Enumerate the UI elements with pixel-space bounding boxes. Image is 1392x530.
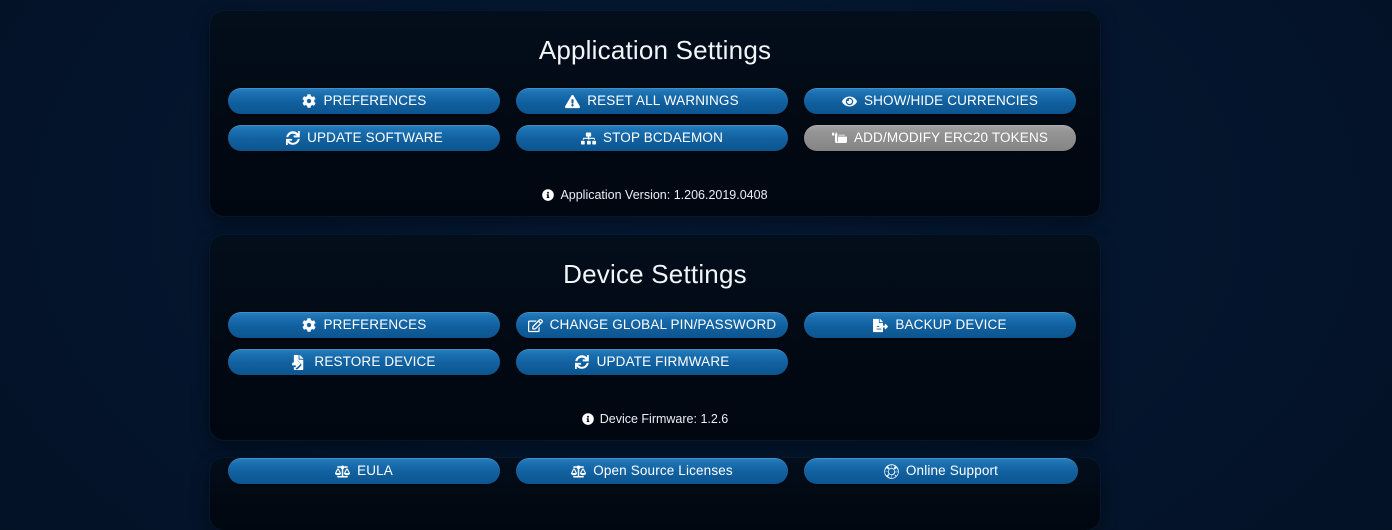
update-firmware-button[interactable]: UPDATE FIRMWARE [516,349,788,375]
device-preferences-button[interactable]: PREFERENCES [228,312,500,338]
button-label: RESET ALL WARNINGS [587,93,739,109]
balance-scale-icon [571,464,587,479]
gear-icon [302,94,317,109]
application-settings-row-1: PREFERENCES RESET ALL WARNINGS SHOW/HIDE… [210,88,1100,114]
warning-icon [565,94,581,109]
btn-cell: UPDATE FIRMWARE [516,349,788,375]
button-label: STOP BCDAEMON [603,130,723,146]
button-label: ADD/MODIFY ERC20 TOKENS [854,130,1048,146]
add-modify-erc20-tokens-button[interactable]: ADD/MODIFY ERC20 TOKENS [804,125,1076,151]
application-settings-title: Application Settings [538,35,772,65]
device-settings-title: Device Settings [563,259,747,289]
eye-icon [841,94,857,109]
application-settings-panel: Application Settings PREFERENCES RESET A… [210,11,1100,216]
legal-support-panel: EULA Open Source Licenses Online Support [210,458,1100,530]
gear-icon [302,318,317,333]
info-icon [581,413,594,425]
btn-cell: RESTORE DEVICE [228,349,500,375]
btn-cell: UPDATE SOFTWARE [228,125,500,151]
online-support-button[interactable]: Online Support [804,458,1078,484]
device-settings-panel: Device Settings PREFERENCES CHANGE GLOBA… [210,235,1100,440]
application-version-note: Application Version: 1.206.2019.0408 [210,188,1100,202]
btn-cell: SHOW/HIDE CURRENCIES [804,88,1076,114]
btn-cell: STOP BCDAEMON [516,125,788,151]
content-column: Application Settings PREFERENCES RESET A… [210,0,1100,530]
update-software-button[interactable]: UPDATE SOFTWARE [228,125,500,151]
button-label: BACKUP DEVICE [895,317,1007,333]
btn-cell: Online Support [804,458,1078,484]
device-settings-row-2: RESTORE DEVICE UPDATE FIRMWARE [210,349,1100,375]
refresh-icon [575,355,590,370]
settings-screen: Application Settings PREFERENCES RESET A… [0,0,1392,530]
scroll-icon [832,131,847,146]
button-label: CHANGE GLOBAL PIN/PASSWORD [549,317,777,333]
refresh-icon [285,131,300,146]
balance-scale-icon [335,464,351,479]
legal-button-row: EULA Open Source Licenses Online Support [210,458,1100,484]
btn-cell: PREFERENCES [228,88,500,114]
restore-device-button[interactable]: RESTORE DEVICE [228,349,500,375]
btn-cell: ADD/MODIFY ERC20 TOKENS [804,125,1076,151]
button-label: EULA [357,463,393,479]
button-label: RESTORE DEVICE [314,354,436,370]
change-global-pin-password-button[interactable]: CHANGE GLOBAL PIN/PASSWORD [516,312,788,338]
device-firmware-text: Device Firmware: 1.2.6 [599,412,729,426]
button-label: PREFERENCES [323,93,427,109]
reset-all-warnings-button[interactable]: RESET ALL WARNINGS [516,88,788,114]
info-icon [542,189,555,201]
btn-cell: CHANGE GLOBAL PIN/PASSWORD [516,312,788,338]
backup-device-button[interactable]: BACKUP DEVICE [804,312,1076,338]
btn-cell: EULA [228,458,500,484]
button-label: SHOW/HIDE CURRENCIES [863,93,1038,109]
application-version-text: Application Version: 1.206.2019.0408 [560,188,768,202]
file-export-icon [873,318,889,333]
button-label: Online Support [905,463,999,479]
button-label: Open Source Licenses [593,463,733,479]
btn-cell: RESET ALL WARNINGS [516,88,788,114]
file-import-icon [292,354,307,370]
app-preferences-button[interactable]: PREFERENCES [228,88,500,114]
edit-square-icon [527,318,543,333]
device-settings-row-1: PREFERENCES CHANGE GLOBAL PIN/PASSWORD B… [210,312,1100,338]
device-firmware-note: Device Firmware: 1.2.6 [210,412,1100,426]
btn-cell: Open Source Licenses [516,458,788,484]
life-ring-icon [884,463,899,479]
sitemap-icon [581,131,596,146]
button-label: PREFERENCES [323,317,427,333]
button-label: UPDATE FIRMWARE [596,354,730,370]
show-hide-currencies-button[interactable]: SHOW/HIDE CURRENCIES [804,88,1076,114]
open-source-licenses-button[interactable]: Open Source Licenses [516,458,788,484]
eula-button[interactable]: EULA [228,458,500,484]
stop-bcdaemon-button[interactable]: STOP BCDAEMON [516,125,788,151]
btn-cell: BACKUP DEVICE [804,312,1076,338]
button-label: UPDATE SOFTWARE [307,130,443,146]
btn-cell: PREFERENCES [228,312,500,338]
application-settings-row-2: UPDATE SOFTWARE STOP BCDAEMON ADD/MODIFY… [210,125,1100,151]
